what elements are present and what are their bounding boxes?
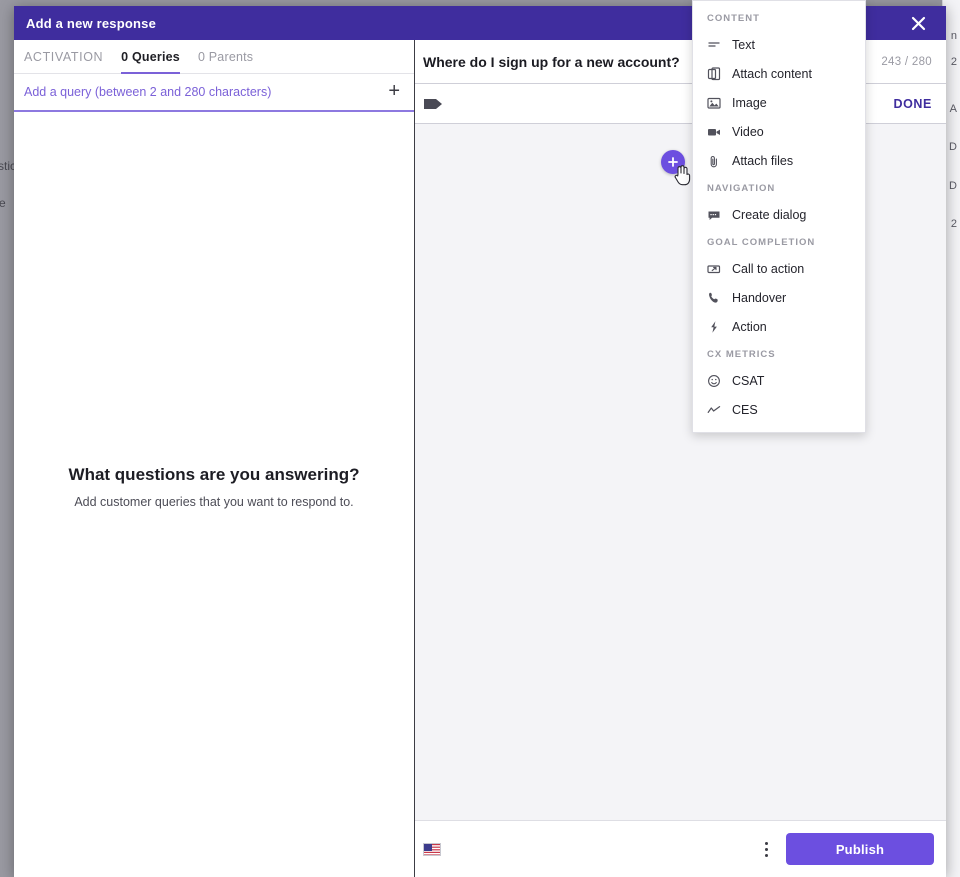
add-query-plus-icon[interactable]: + <box>386 81 402 104</box>
tag-row: DONE <box>415 84 946 124</box>
plus-icon <box>667 156 679 168</box>
character-counter: 243 / 280 <box>881 55 932 68</box>
tab-activation[interactable]: ACTIVATION <box>24 50 103 74</box>
menu-item-create-dialog-label: Create dialog <box>732 207 807 222</box>
close-button[interactable] <box>890 6 946 40</box>
menu-item-attach-content-label: Attach content <box>732 66 812 81</box>
backdrop-right-fragment-2: 2 <box>950 56 957 68</box>
backdrop-right-fragment-4: D <box>949 141 957 153</box>
menu-item-csat-label: CSAT <box>732 373 765 388</box>
paperclip-icon <box>707 154 721 168</box>
empty-state-title: What questions are you answering? <box>68 464 360 484</box>
more-options-button[interactable] <box>756 837 776 861</box>
cta-box-icon <box>707 262 721 276</box>
menu-item-video-label: Video <box>732 124 764 139</box>
queries-empty-state: What questions are you answering? Add cu… <box>14 112 414 877</box>
publish-button[interactable]: Publish <box>786 833 934 865</box>
menu-item-attach-files-label: Attach files <box>732 153 794 168</box>
page-root: stic e n 2 A D D 2 Add a new response AC… <box>0 0 960 877</box>
add-query-input[interactable]: Add a query (between 2 and 280 character… <box>24 85 386 99</box>
close-icon <box>910 15 927 32</box>
empty-state-subtitle: Add customer queries that you want to re… <box>74 494 354 509</box>
menu-item-call-to-action-label: Call to action <box>732 261 805 276</box>
menu-item-video[interactable]: Video <box>693 117 865 146</box>
menu-item-ces-label: CES <box>732 402 758 417</box>
add-query-row: Add a query (between 2 and 280 character… <box>14 74 414 112</box>
text-lines-icon <box>707 38 721 52</box>
menu-item-call-to-action[interactable]: Call to action <box>693 254 865 283</box>
menu-item-ces[interactable]: CES <box>693 395 865 424</box>
tab-bar: ACTIVATION 0 Queries 0 Parents <box>14 40 414 74</box>
menu-item-attach-files[interactable]: Attach files <box>693 146 865 175</box>
done-button[interactable]: DONE <box>893 97 932 111</box>
left-pane: ACTIVATION 0 Queries 0 Parents Add a que… <box>14 40 415 877</box>
trend-line-icon <box>707 403 721 417</box>
backdrop-right-fragment-5: D <box>949 180 957 192</box>
tab-queries[interactable]: 0 Queries <box>121 50 180 74</box>
menu-section-content-label: CONTENT <box>707 13 760 24</box>
menu-item-image-label: Image <box>732 95 767 110</box>
menu-item-attach-content[interactable]: Attach content <box>693 59 865 88</box>
video-camera-icon <box>707 125 721 139</box>
menu-item-handover-label: Handover <box>732 290 787 305</box>
menu-item-csat[interactable]: CSAT <box>693 366 865 395</box>
right-pane: Where do I sign up for a new account? 24… <box>415 40 946 877</box>
modal-footer: Publish <box>415 821 946 877</box>
tag-icon[interactable] <box>423 97 445 111</box>
menu-item-text-label: Text <box>732 37 755 52</box>
response-canvas <box>415 124 946 821</box>
copy-content-icon <box>707 66 721 81</box>
menu-item-text[interactable]: Text <box>693 30 865 59</box>
menu-item-action-label: Action <box>732 319 767 334</box>
backdrop-text-fragment-2: e <box>0 196 6 210</box>
smiley-face-icon <box>707 374 721 388</box>
image-icon <box>707 96 721 110</box>
response-question-row: Where do I sign up for a new account? 24… <box>415 40 946 84</box>
menu-item-create-dialog[interactable]: Create dialog <box>693 200 865 229</box>
menu-item-action[interactable]: Action <box>693 312 865 341</box>
lightning-bolt-icon <box>707 320 721 334</box>
backdrop-right-fragment-3: A <box>949 103 957 115</box>
add-block-menu: CONTENT Text Attach content Image Video … <box>692 0 866 433</box>
menu-item-handover[interactable]: Handover <box>693 283 865 312</box>
modal-title: Add a new response <box>26 15 157 31</box>
backdrop-right-fragment-1: n <box>950 30 957 42</box>
kebab-dot-1 <box>764 841 768 845</box>
menu-section-cx-metrics-label: CX METRICS <box>707 349 776 360</box>
kebab-dot-2 <box>764 847 768 851</box>
menu-item-image[interactable]: Image <box>693 88 865 117</box>
backdrop-right-fragment-6: 2 <box>950 218 957 230</box>
tab-parents[interactable]: 0 Parents <box>198 50 253 74</box>
add-block-button[interactable] <box>661 150 685 174</box>
kebab-dot-3 <box>764 853 768 857</box>
chat-bubble-icon <box>707 208 721 222</box>
backdrop-left-strip <box>0 0 14 877</box>
us-flag-icon[interactable] <box>423 842 441 856</box>
phone-icon <box>707 291 721 305</box>
menu-section-goal-completion-label: GOAL COMPLETION <box>707 237 816 248</box>
menu-section-navigation-label: NAVIGATION <box>707 183 776 194</box>
